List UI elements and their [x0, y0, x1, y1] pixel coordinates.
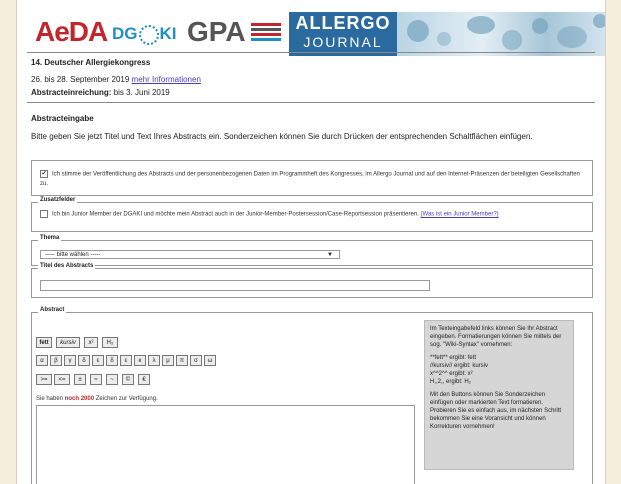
- submission-deadline: Abstracteinreichung: bis 3. Juni 2019: [31, 88, 170, 97]
- abstract-entry-intro: Bitte geben Sie jetzt Titel und Text Ihr…: [31, 132, 533, 141]
- insert-approx-button[interactable]: ≈: [90, 374, 102, 385]
- insert-pi-button[interactable]: π: [176, 355, 188, 366]
- remaining-chars: Sie haben noch 2000 Zeichen zur Verfügun…: [36, 396, 158, 402]
- dgaki-logo: DG KI: [112, 24, 177, 45]
- abstract-entry-heading: Abstracteingabe: [31, 114, 94, 123]
- insert-beta-button[interactable]: β: [50, 355, 62, 366]
- page-container: AeDA DG KI GPA ALLERGO JOURNAL 14. Deutsc…: [16, 0, 606, 484]
- insert-gte-button[interactable]: >=: [36, 374, 52, 385]
- theme-box: Thema ----- bitte wählen ----- ▼: [31, 235, 593, 266]
- aeda-logo: AeDA: [35, 16, 108, 47]
- consent-text: Ich stimme der Veröffentlichung des Abst…: [40, 171, 580, 187]
- insert-sigma-button[interactable]: σ: [190, 355, 202, 366]
- abstract-box: Abstract fett kursiv x² H₂ α β γ δ ε δ ε…: [31, 307, 593, 484]
- insert-gamma-button[interactable]: γ: [64, 355, 76, 366]
- gpa-stripes-icon: [251, 23, 281, 41]
- insert-omega-button[interactable]: ω: [204, 355, 216, 366]
- junior-member-info-link[interactable]: (Was ist ein Junior Member?): [421, 212, 499, 218]
- insert-alpha-button[interactable]: α: [36, 355, 48, 366]
- header-divider: [27, 52, 595, 53]
- insert-copyright-button[interactable]: ©: [122, 374, 134, 385]
- additional-fields-box: Zusatzfelder Ich bin Junior Member der D…: [31, 197, 593, 232]
- insert-euro-button[interactable]: €: [138, 374, 150, 385]
- insert-lambda-button[interactable]: λ: [148, 355, 160, 366]
- subscript-button[interactable]: H₂: [102, 337, 118, 348]
- gpa-logo: GPA: [187, 16, 246, 47]
- congress-title: 14. Deutscher Allergiekongress: [31, 58, 151, 67]
- insert-delta-button-2[interactable]: δ: [106, 355, 118, 366]
- abstract-textarea[interactable]: [36, 405, 415, 484]
- insert-lte-button[interactable]: <=: [54, 374, 70, 385]
- theme-legend: Thema: [38, 235, 62, 241]
- dropdown-arrow-icon: ▼: [327, 252, 333, 258]
- consent-box: ✔ Ich stimme der Veröffentlichung des Abs…: [31, 160, 593, 196]
- abstract-title-input[interactable]: [40, 280, 430, 291]
- allergo-journal-logo: ALLERGO JOURNAL: [289, 12, 397, 56]
- insert-mu-button[interactable]: μ: [162, 355, 174, 366]
- section-divider: [27, 102, 595, 103]
- bold-button[interactable]: fett: [36, 337, 52, 348]
- consent-checkbox[interactable]: ✔: [40, 170, 48, 178]
- dgaki-logo-mark-icon: [138, 24, 159, 45]
- syntax-help-panel: Im Texteingabefeld links können Sie Ihr …: [424, 320, 574, 470]
- more-info-link[interactable]: mehr Informationen: [132, 75, 201, 84]
- italic-button[interactable]: kursiv: [56, 337, 80, 348]
- pollen-banner-image: [397, 12, 605, 56]
- abstract-title-legend: Titel des Abstracts: [38, 263, 96, 269]
- additional-fields-legend: Zusatzfelder: [38, 197, 78, 203]
- superscript-button[interactable]: x²: [84, 337, 98, 348]
- insert-epsilon-button[interactable]: ε: [92, 355, 104, 366]
- theme-select[interactable]: ----- bitte wählen ----- ▼: [40, 250, 340, 259]
- congress-dates: 26. bis 28. September 2019 mehr Informat…: [31, 75, 201, 84]
- junior-member-text: Ich bin Junior Member der DGAKI und möch…: [52, 211, 419, 218]
- abstract-legend: Abstract: [38, 307, 67, 313]
- insert-epsilon-button-2[interactable]: ε: [120, 355, 132, 366]
- insert-delta-button[interactable]: δ: [78, 355, 90, 366]
- insert-kappa-button[interactable]: κ: [134, 355, 146, 366]
- header-banner: AeDA DG KI GPA ALLERGO JOURNAL: [27, 6, 605, 56]
- junior-member-checkbox[interactable]: [40, 210, 48, 218]
- insert-plusminus-button[interactable]: ±: [74, 374, 86, 385]
- insert-tilde-button[interactable]: ~: [106, 374, 118, 385]
- abstract-title-box: Titel des Abstracts: [31, 263, 593, 298]
